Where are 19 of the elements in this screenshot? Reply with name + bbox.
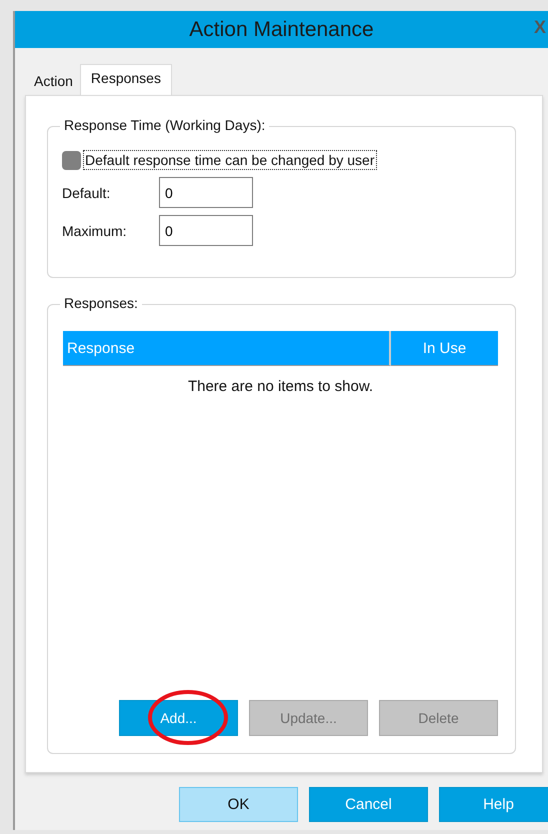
- tab[interactable]: Responses: [80, 64, 172, 95]
- window-title: Action Maintenance: [189, 18, 374, 42]
- tab[interactable]: Action: [27, 68, 80, 95]
- checkbox-label[interactable]: Default response time can be changed by user: [83, 150, 377, 170]
- field-label: Default:: [62, 184, 112, 200]
- empty-message: There are no items to show.: [188, 378, 374, 395]
- close-button[interactable]: X: [534, 17, 546, 38]
- column-header[interactable]: Response: [63, 331, 391, 366]
- column-header[interactable]: In Use: [391, 331, 498, 366]
- field-label: Maximum:: [62, 222, 128, 238]
- dialog-button[interactable]: Cancel: [309, 787, 428, 822]
- group-title: Responses:: [60, 295, 142, 311]
- input-field[interactable]: 0: [159, 177, 253, 208]
- checkbox[interactable]: [62, 150, 81, 170]
- group-title: Response Time (Working Days):: [60, 117, 270, 133]
- dialog-button[interactable]: OK: [179, 787, 298, 822]
- dialog-button[interactable]: Help: [439, 787, 548, 822]
- input-field[interactable]: 0: [159, 215, 253, 246]
- list-button[interactable]: Add...: [119, 700, 238, 736]
